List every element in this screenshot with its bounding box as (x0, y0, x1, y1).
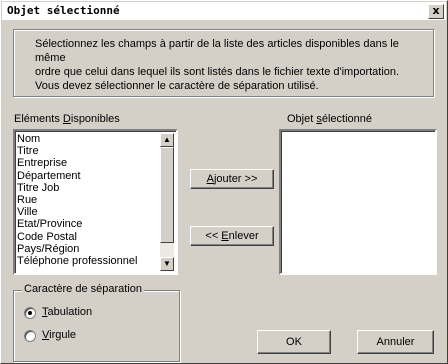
window-title: Objet sélectionné (7, 4, 120, 17)
list-item[interactable]: Etat/Province (17, 218, 137, 230)
instructions-panel: Sélectionnez les champs à partir de la l… (13, 29, 434, 97)
separator-group: Caractère de séparation Tabulation Virgu… (13, 283, 180, 362)
ok-button[interactable]: OK (257, 330, 331, 354)
title-bar: Objet sélectionné x (2, 2, 446, 20)
instruction-line-3: Vous devez sélectionner le caractère de … (35, 80, 319, 92)
cancel-button[interactable]: Annuler (357, 330, 434, 354)
list-item[interactable]: Téléphone professionnel (17, 255, 137, 267)
dialog-window: Objet sélectionné x Sélectionnez les cha… (0, 0, 448, 364)
available-items-label: Eléments Disponibles (14, 113, 120, 125)
tabulation-radio[interactable] (24, 307, 36, 319)
available-list-scrollbar[interactable]: ▲ ▼ (160, 133, 174, 271)
scroll-up-button[interactable]: ▲ (160, 133, 174, 147)
list-item[interactable]: Titre (17, 145, 137, 157)
list-item[interactable]: Pays/Région (17, 243, 137, 255)
instruction-line-1: Sélectionnez les champs à partir de la l… (35, 38, 399, 64)
list-item[interactable]: Entreprise (17, 157, 137, 169)
list-item[interactable]: Département (17, 170, 137, 182)
up-arrow-icon: ▲ (163, 135, 171, 144)
scroll-thumb[interactable] (160, 147, 174, 243)
selected-items-list[interactable] (279, 129, 437, 275)
available-items-list[interactable]: Nom Titre Entreprise Département Titre Job Ru… (13, 129, 178, 275)
instruction-line-2: ordre que celui dans lequel ils sont lis… (35, 66, 400, 78)
tabulation-label[interactable]: Tabulation (42, 306, 92, 318)
list-item[interactable]: Code Postal (17, 231, 137, 243)
remove-button[interactable]: << Enlever (190, 226, 274, 246)
comma-radio[interactable] (24, 330, 36, 342)
close-icon: x (432, 4, 440, 17)
list-item[interactable]: Nom (17, 133, 137, 145)
list-item[interactable]: Ville (17, 206, 137, 218)
close-button[interactable]: x (428, 4, 444, 19)
scroll-down-button[interactable]: ▼ (160, 257, 174, 271)
list-item[interactable]: Titre Job (17, 182, 137, 194)
radio-selected-dot (28, 311, 32, 315)
selected-items-label: Objet sélectionné (287, 113, 373, 125)
list-item[interactable]: Rue (17, 194, 137, 206)
down-arrow-icon: ▼ (163, 259, 171, 268)
comma-label[interactable]: Virgule (42, 329, 76, 341)
add-button[interactable]: Ajouter >> (190, 169, 274, 189)
separator-legend: Caractère de séparation (22, 283, 145, 295)
